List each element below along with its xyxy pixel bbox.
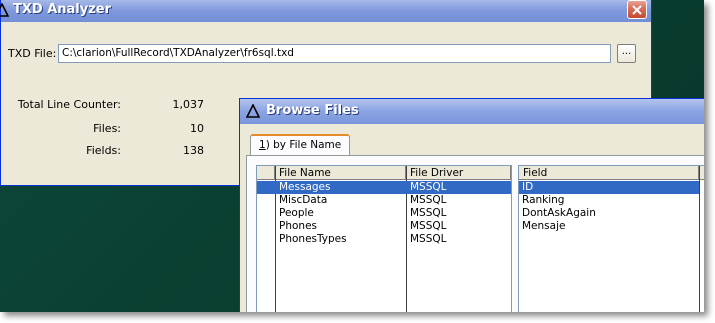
browse-file-button[interactable]: ... [617,44,636,63]
field-column-header[interactable]: Field [519,166,699,180]
file-driver-cell: MSSQL [410,233,447,245]
fields-count-label: Fields: [86,144,121,157]
tab-by-file-name[interactable]: 1) by File Name [250,134,351,156]
field-row[interactable]: DontAskAgain [519,207,699,220]
file-driver-cell: MSSQL [410,194,447,206]
field-row[interactable]: Ranking [519,194,699,207]
browse-window-title: Browse Files [266,103,359,118]
close-button[interactable] [627,0,647,19]
file-name-cell: PhonesTypes [279,233,347,245]
file-driver-column-header[interactable]: File Driver [406,166,511,180]
files-count-label: Files: [93,122,121,135]
main-window-title: TXD Analyzer [13,2,112,17]
fields-list[interactable]: Field ID Ranking DontAskAgain Mensaje [518,165,704,312]
file-row[interactable]: PhonesTypes MSSQL [257,233,511,246]
file-driver-cell: MSSQL [410,207,447,219]
main-titlebar[interactable]: TXD Analyzer [0,0,651,22]
file-row[interactable]: Messages MSSQL [257,181,511,194]
files-header-blank [257,166,275,180]
files-count-value: 10 [190,122,204,135]
files-list[interactable]: File Name File Driver Messages MSSQL MiscD… [256,165,512,312]
file-driver-cell: MSSQL [410,181,447,193]
close-icon [632,5,642,15]
total-line-counter-label: Total Line Counter: [17,98,121,111]
field-row[interactable]: ID [519,181,699,194]
fields-count-value: 138 [183,144,204,157]
app-triangle-icon [245,103,261,118]
file-name-cell: MiscData [279,194,328,206]
total-line-counter-value: 1,037 [172,98,205,111]
file-name-cell: Phones [279,220,317,232]
txd-file-input[interactable]: C:\clarion\FullRecord\TXDAnalyzer\fr6sql… [58,44,611,63]
file-driver-cell: MSSQL [410,220,447,232]
screenshot-frame: TXD Analyzer TXD File: C:\clarion\FullRe… [0,0,704,312]
file-row[interactable]: People MSSQL [257,207,511,220]
file-name-column-header[interactable]: File Name [275,166,406,180]
field-row[interactable]: Mensaje [519,220,699,233]
file-name-cell: People [279,207,314,219]
column-divider [699,166,700,312]
tab-panel: File Name File Driver Messages MSSQL MiscD… [246,155,704,312]
tab-label: ) by File Name [265,139,342,151]
file-row[interactable]: MiscData MSSQL [257,194,511,207]
tab-hotkey: 1 [259,139,266,151]
app-triangle-icon [0,2,10,17]
browse-titlebar[interactable]: Browse Files [240,99,704,124]
file-name-cell: Messages [279,181,331,193]
browse-files-window: Browse Files 1) by File Name File Name F… [239,98,704,312]
file-row[interactable]: Phones MSSQL [257,220,511,233]
txd-file-label: TXD File: [8,47,57,60]
